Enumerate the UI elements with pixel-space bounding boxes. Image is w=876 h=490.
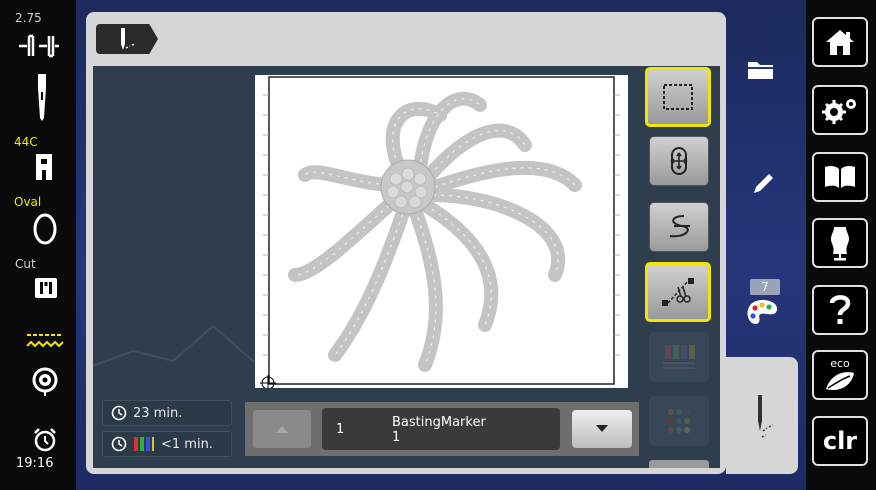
palette-icon [747, 300, 778, 325]
stitch-plate-icon[interactable] [33, 276, 59, 304]
needle-position-value: 2.75 [15, 11, 42, 25]
thread-path-icon [669, 215, 690, 238]
presser-foot-label: 44C [14, 135, 38, 149]
color-time-display: <1 min. [102, 431, 232, 457]
settings-button[interactable] [812, 85, 868, 135]
folder-icon [748, 62, 773, 79]
thread-colors-button[interactable] [649, 332, 709, 382]
dotted-rectangle-icon [663, 84, 693, 110]
embroidery-design[interactable] [255, 75, 628, 391]
arrow-up-icon [276, 426, 288, 433]
edit-button[interactable] [749, 170, 777, 202]
presser-foot-icon[interactable] [33, 152, 55, 186]
embroidery-needle-icon [758, 395, 774, 438]
home-icon [826, 30, 854, 55]
cut-scissors-icon [662, 278, 694, 306]
clock-time: 19:16 [16, 456, 54, 471]
leaf-icon [826, 371, 854, 390]
tutorial-button[interactable] [812, 152, 868, 202]
color-time: <1 min. [161, 436, 213, 452]
bobbin-icon[interactable] [31, 367, 59, 401]
jump-stitch-cut-button[interactable] [645, 262, 711, 322]
dress-form-icon [831, 227, 849, 261]
total-time: 23 min. [133, 405, 183, 421]
hoop-oval-icon[interactable] [32, 212, 58, 250]
creative-consultant-button[interactable] [812, 218, 868, 268]
alarm-clock-icon [32, 427, 58, 457]
next-color-button[interactable] [572, 410, 632, 448]
total-time-display: 23 min. [102, 400, 232, 426]
move-icon [670, 147, 688, 175]
folder-button[interactable] [745, 57, 777, 87]
book-icon [825, 165, 855, 188]
clear-button[interactable]: clr [812, 416, 868, 466]
move-design-button[interactable] [649, 136, 709, 186]
arrow-down-icon [596, 425, 608, 432]
clock-icon [111, 436, 127, 452]
needle-icon[interactable] [32, 72, 52, 126]
color-dots-icon [668, 409, 690, 433]
gears-icon [822, 99, 856, 124]
embroidery-tab[interactable] [96, 24, 158, 54]
eco-button[interactable]: eco [812, 350, 868, 400]
colors-count-badge: 7 [750, 279, 780, 295]
scroll-more-indicator[interactable] [649, 460, 709, 468]
select-area-button[interactable] [645, 67, 711, 127]
previous-color-button[interactable] [253, 410, 311, 448]
hoop-label: Oval [14, 195, 42, 209]
question-mark-icon [829, 295, 851, 324]
stitch-out-button[interactable] [649, 202, 709, 252]
color-palette-button[interactable] [745, 298, 779, 332]
color-bars-icon [134, 437, 154, 451]
left-status-bar: 2.75 44C Oval Cut 19:16 [0, 0, 76, 490]
hoop-canvas[interactable] [255, 75, 628, 391]
current-color-info: 1 BastingMarker 1 [322, 408, 560, 450]
color-index: 1 [336, 422, 345, 437]
pencil-icon [754, 174, 773, 193]
thread-spools-icon [663, 345, 695, 369]
eco-label: eco [830, 356, 850, 370]
color-sequence-button[interactable] [649, 396, 709, 446]
color-number: 1 [392, 430, 401, 445]
cut-label: Cut [15, 257, 36, 271]
embroidery-mode-panel[interactable] [726, 357, 798, 474]
home-button[interactable] [812, 17, 868, 67]
stitch-width-icon[interactable] [17, 32, 61, 64]
color-name: BastingMarker [392, 415, 486, 430]
stitch-pattern-icon[interactable] [26, 330, 64, 356]
clock-icon [111, 405, 127, 421]
help-button[interactable] [812, 285, 868, 335]
